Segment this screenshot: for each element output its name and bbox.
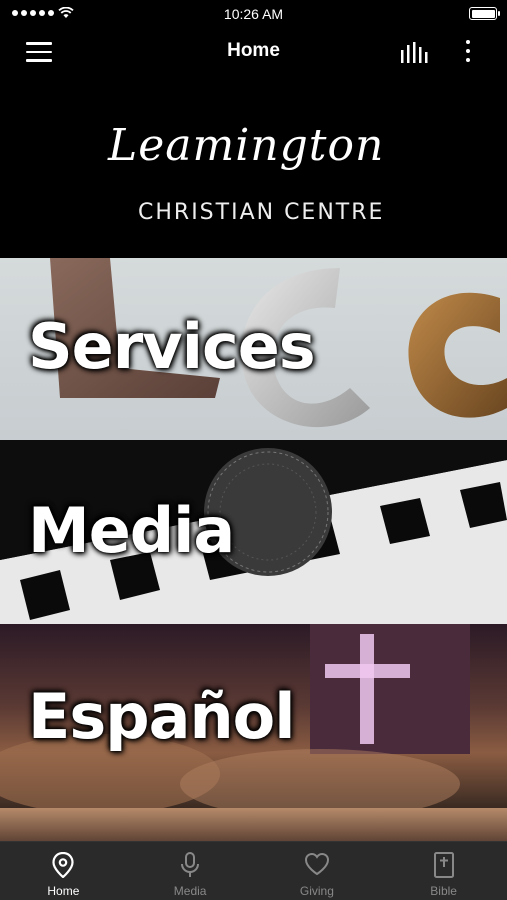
tab-media-label: Media: [173, 884, 207, 898]
status-time: 10:26 AM: [223, 6, 284, 22]
services-label: Services: [28, 310, 316, 383]
espanol-tile[interactable]: Español: [0, 624, 507, 808]
logo-subtitle: CHRISTIAN CENTRE: [138, 200, 385, 225]
tab-home[interactable]: Home: [0, 842, 127, 900]
espanol-label: Español: [28, 680, 295, 753]
church-logo: Leamington CHRISTIAN CENTRE: [0, 76, 507, 258]
tab-media[interactable]: Media: [127, 842, 254, 900]
microphone-icon: [181, 852, 200, 877]
tab-bible-label: Bible: [430, 884, 457, 898]
tab-giving-label: Giving: [299, 884, 334, 898]
tab-giving[interactable]: Giving: [254, 842, 381, 900]
tab-bible[interactable]: Bible: [380, 842, 507, 900]
more-options-icon[interactable]: [462, 40, 474, 66]
heart-icon: [304, 852, 329, 876]
next-tile-partial[interactable]: [0, 808, 507, 842]
services-tile[interactable]: Services: [0, 258, 507, 440]
bottom-tab-bar: Home Media Giving Bible: [0, 841, 507, 900]
audio-bars-icon[interactable]: [400, 42, 430, 64]
location-pin-icon: [52, 852, 74, 878]
page-title: Home: [227, 40, 280, 61]
media-tile[interactable]: Media: [0, 440, 507, 624]
nav-bar: Home: [0, 28, 507, 76]
tab-home-label: Home: [47, 884, 80, 898]
status-bar: 10:26 AM: [0, 0, 507, 28]
bible-icon: [433, 852, 454, 878]
logo-script-text: Leamington: [108, 120, 385, 171]
battery-icon: [469, 7, 500, 20]
media-label: Media: [28, 494, 235, 567]
